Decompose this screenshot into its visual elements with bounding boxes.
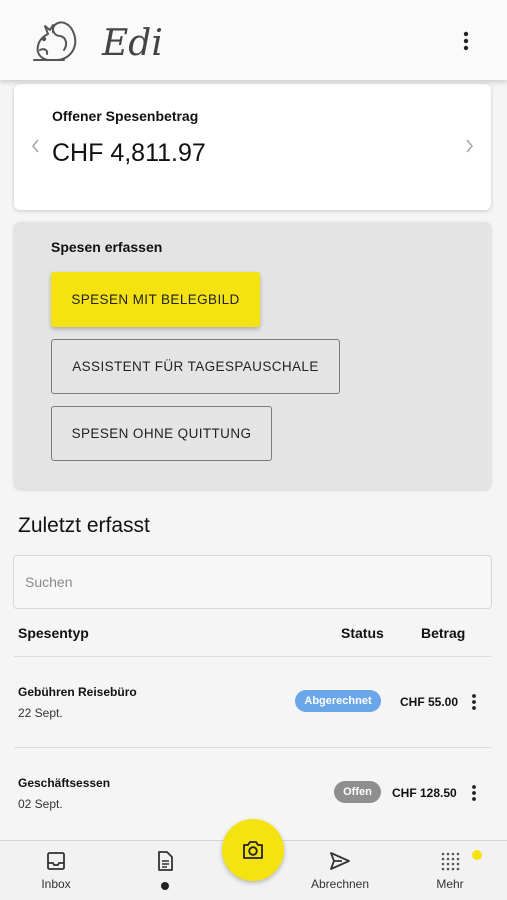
status-badge: Abgerechnet [295, 690, 381, 712]
receipt-photo-button[interactable]: SPESEN MIT BELEGBILD [51, 272, 260, 327]
table-row[interactable]: Gebühren Reisebüro 22 Sept. Abgerechnet … [0, 657, 507, 747]
notification-dot [472, 850, 482, 860]
active-indicator-dot [161, 882, 169, 890]
row-menu-button[interactable] [466, 781, 482, 805]
previous-arrow-button[interactable] [26, 136, 46, 156]
column-header-status: Status [341, 625, 384, 641]
overflow-menu-button[interactable] [451, 26, 481, 56]
balance-title: Offener Spesenbetrag [52, 108, 199, 124]
kebab-vertical-icon [463, 31, 469, 51]
camera-fab-button[interactable] [222, 819, 284, 881]
camera-icon [243, 841, 263, 859]
squirrel-logo-icon: Edi [33, 21, 163, 64]
search-input[interactable] [13, 555, 492, 609]
capture-title: Spesen erfassen [51, 239, 163, 255]
nav-billing[interactable]: Abrechnen [295, 841, 385, 900]
grid-dots-icon [441, 852, 460, 871]
nav-more[interactable]: Mehr [405, 841, 495, 900]
balance-card: Offener Spesenbetrag CHF 4,811.97 [14, 84, 491, 210]
row-expense-type: Gebühren Reisebüro [18, 685, 137, 699]
capture-expenses-card: Spesen erfassen SPESEN MIT BELEGBILD ASS… [14, 222, 491, 489]
balance-amount: CHF 4,811.97 [52, 139, 206, 167]
row-menu-button[interactable] [466, 690, 482, 714]
kebab-vertical-icon [472, 694, 476, 710]
nav-billing-label: Abrechnen [310, 877, 370, 891]
row-expense-type: Geschäftsessen [18, 776, 111, 790]
column-header-type: Spesentyp [18, 625, 89, 641]
row-date: 22 Sept. [18, 706, 63, 720]
row-amount: CHF 128.50 [392, 786, 457, 800]
nav-more-label: Mehr [436, 877, 464, 891]
status-badge: Offen [334, 781, 381, 803]
next-arrow-button[interactable] [459, 136, 479, 156]
no-receipt-button[interactable]: SPESEN OHNE QUITTUNG [51, 406, 272, 461]
column-header-amount: Betrag [421, 625, 466, 641]
send-icon [330, 852, 350, 870]
row-date: 02 Sept. [18, 797, 63, 811]
chevron-right-icon [466, 139, 474, 153]
app-logo: Edi [20, 10, 170, 70]
app-header: Edi [0, 0, 507, 80]
kebab-vertical-icon [472, 785, 476, 801]
recent-section-title: Zuletzt erfasst [18, 514, 150, 537]
document-icon [158, 851, 173, 871]
chevron-left-icon [31, 139, 39, 153]
nav-inbox[interactable]: Inbox [11, 841, 101, 900]
inbox-icon [47, 852, 65, 870]
daily-allowance-button[interactable]: ASSISTENT FÜR TAGESPAUSCHALE [51, 339, 340, 394]
nav-documents[interactable] [120, 841, 210, 900]
nav-inbox-label: Inbox [41, 877, 71, 891]
app-name-text: Edi [101, 23, 163, 64]
row-amount: CHF 55.00 [400, 695, 459, 709]
